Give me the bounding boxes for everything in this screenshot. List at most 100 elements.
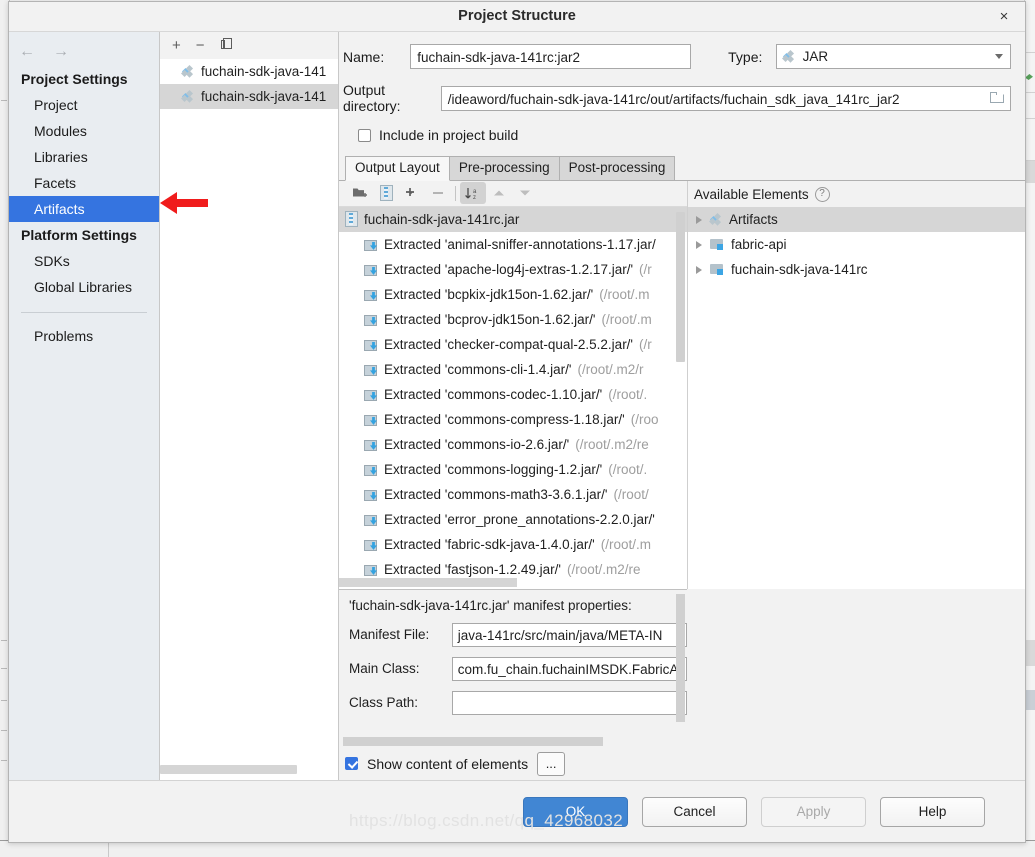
sidebar-navigation: ← → (9, 32, 159, 66)
chevron-right-icon[interactable] (696, 215, 702, 224)
tree-row-path: (/root/. (608, 386, 648, 402)
remove-element-icon[interactable] (425, 182, 451, 204)
manifest-horizontal-scrollbar[interactable] (343, 736, 603, 746)
remove-artifact-icon[interactable]: − (196, 38, 205, 53)
tree-row[interactable]: Extracted 'commons-math3-3.6.1.jar/' (/ro… (339, 482, 687, 507)
cancel-button[interactable]: Cancel (642, 796, 747, 827)
tree-horizontal-scrollbar[interactable] (339, 577, 517, 587)
add-directory-icon[interactable] (347, 182, 373, 204)
tree-row-root[interactable]: fuchain-sdk-java-141rc.jar (339, 206, 687, 232)
include-in-build-label: Include in project build (379, 127, 519, 143)
tree-row[interactable]: Extracted 'error_prone_annotations-2.2.0… (339, 507, 687, 532)
tree-row[interactable]: Extracted 'fabric-sdk-java-1.4.0.jar/' (/… (339, 532, 687, 557)
sidebar-item-libraries[interactable]: Libraries (9, 144, 159, 170)
list-item[interactable]: fuchain-sdk-java-141 (160, 84, 338, 109)
tree-row-path: (/roo (630, 411, 659, 427)
sidebar-item-problems[interactable]: Problems (9, 323, 159, 349)
extracted-icon (364, 563, 378, 576)
show-content-checkbox[interactable] (345, 757, 358, 771)
tree-row[interactable]: Extracted 'commons-codec-1.10.jar/' (/roo… (339, 382, 687, 407)
main-class-input[interactable]: com.fu_chain.fuchainIMSDK.FabricA (451, 656, 687, 681)
artifact-form: Name: fuchain-sdk-java-141rc:jar2 Type: … (339, 32, 1025, 156)
available-element-label: fuchain-sdk-java-141rc (731, 262, 868, 277)
sidebar-item-project[interactable]: Project (9, 92, 159, 118)
tree-row[interactable]: Extracted 'commons-cli-1.4.jar/' (/root/.… (339, 357, 687, 382)
manifest-vertical-scrollbar[interactable] (676, 593, 685, 722)
sidebar-item-modules[interactable]: Modules (9, 118, 159, 144)
tree-row-label: Extracted 'commons-math3-3.6.1.jar/' (384, 486, 608, 502)
output-directory-row: Output directory: /ideaword/fuchain-sdk-… (343, 82, 1011, 114)
output-layout-tree[interactable]: fuchain-sdk-java-141rc.jar Extracted 'an… (339, 205, 687, 589)
sidebar-item-facets[interactable]: Facets (9, 170, 159, 196)
add-archive-icon[interactable] (373, 182, 399, 204)
list-item-label: fuchain-sdk-java-141 (201, 64, 327, 79)
tree-row-path: (/r (639, 261, 652, 277)
close-icon[interactable]: × (995, 8, 1013, 26)
back-arrow-icon[interactable]: ← (19, 44, 35, 60)
toolbar-divider (455, 185, 456, 201)
sidebar-item-global-libraries[interactable]: Global Libraries (9, 274, 159, 300)
tree-row-path: (/root/. (608, 461, 648, 477)
main-class-label: Main Class: (349, 661, 420, 677)
help-button[interactable]: Help (880, 796, 985, 827)
include-in-build-row[interactable]: Include in project build (358, 127, 1011, 143)
tree-vertical-scrollbar[interactable] (676, 211, 685, 362)
type-select-value: JAR (802, 49, 829, 64)
list-item[interactable]: fuchain-sdk-java-141 (160, 59, 338, 84)
chevron-right-icon[interactable] (696, 240, 702, 249)
dialog-footer: https://blog.csdn.net/qq_42968032 OK Can… (9, 780, 1025, 842)
available-elements-header: Available Elements ? (688, 181, 1025, 207)
forward-arrow-icon[interactable]: → (53, 44, 69, 60)
tree-row[interactable]: Extracted 'commons-io-2.6.jar/' (/root/.m… (339, 432, 687, 457)
browse-folder-icon[interactable] (990, 91, 1005, 105)
tree-row[interactable]: Extracted 'bcpkix-jdk15on-1.62.jar/' (/ro… (339, 282, 687, 307)
help-icon[interactable]: ? (814, 186, 830, 202)
type-select[interactable]: JAR (775, 44, 1011, 69)
tree-row-path: (/root/.m2/re (575, 436, 649, 452)
name-input[interactable]: fuchain-sdk-java-141rc:jar2 (410, 44, 692, 69)
available-element-row[interactable]: fuchain-sdk-java-141rc (688, 257, 1025, 282)
tree-row[interactable]: Extracted 'bcprov-jdk15on-1.62.jar/' (/ro… (339, 307, 687, 332)
tab-output-layout[interactable]: Output Layout (345, 156, 450, 181)
manifest-file-input[interactable]: java-141rc/src/main/java/META-IN (451, 622, 687, 647)
tree-row-path: (/root/.m (601, 311, 652, 327)
copy-artifact-icon[interactable] (220, 37, 234, 54)
apply-button[interactable]: Apply (761, 796, 866, 827)
more-options-button[interactable]: ... (537, 751, 566, 776)
sidebar-item-sdks[interactable]: SDKs (9, 248, 159, 274)
add-element-icon[interactable] (399, 182, 425, 204)
chevron-down-icon (995, 54, 1003, 59)
available-element-label: Artifacts (729, 212, 778, 227)
extracted-icon (364, 513, 378, 526)
output-directory-input[interactable]: /ideaword/fuchain-sdk-java-141rc/out/art… (440, 85, 1011, 111)
jar-artifact-icon (182, 90, 195, 103)
move-up-icon[interactable] (486, 182, 512, 204)
tree-row-label: Extracted 'commons-io-2.6.jar/' (384, 436, 570, 452)
extracted-icon (364, 363, 378, 376)
layout-columns: az fuchain-sdk-java-141rc.jar Extracted … (339, 181, 1025, 589)
available-element-label: fabric-api (731, 237, 787, 252)
include-in-build-checkbox[interactable] (358, 128, 371, 142)
sidebar-item-artifacts[interactable]: Artifacts (9, 196, 159, 222)
class-path-input[interactable] (451, 690, 687, 715)
tree-row-label: Extracted 'commons-compress-1.18.jar/' (384, 411, 625, 427)
artifacts-toolbar: + − (160, 32, 338, 59)
sort-alphabetically-icon[interactable]: az (460, 182, 486, 205)
tab-post-processing[interactable]: Post-processing (558, 156, 676, 180)
tree-row[interactable]: Extracted 'commons-logging-1.2.jar/' (/ro… (339, 457, 687, 482)
available-element-row[interactable]: fabric-api (688, 232, 1025, 257)
chevron-right-icon[interactable] (696, 265, 702, 274)
available-element-row[interactable]: Artifacts (688, 207, 1025, 232)
tree-row[interactable]: Extracted 'animal-sniffer-annotations-1.… (339, 232, 687, 257)
tab-pre-processing[interactable]: Pre-processing (448, 156, 560, 180)
tree-row[interactable]: Extracted 'checker-compat-qual-2.5.2.jar… (339, 332, 687, 357)
artifact-icon (710, 213, 723, 226)
move-down-icon[interactable] (512, 182, 538, 204)
tree-row[interactable]: Extracted 'commons-compress-1.18.jar/' (/… (339, 407, 687, 432)
tree-row-label: Extracted 'apache-log4j-extras-1.2.17.ja… (384, 261, 634, 277)
archive-icon (345, 211, 358, 228)
artifacts-list-horizontal-scrollbar[interactable] (160, 765, 338, 774)
tree-row[interactable]: Extracted 'apache-log4j-extras-1.2.17.ja… (339, 257, 687, 282)
watermark: https://blog.csdn.net/qq_42968032 (349, 811, 624, 830)
add-artifact-icon[interactable]: + (172, 38, 181, 53)
